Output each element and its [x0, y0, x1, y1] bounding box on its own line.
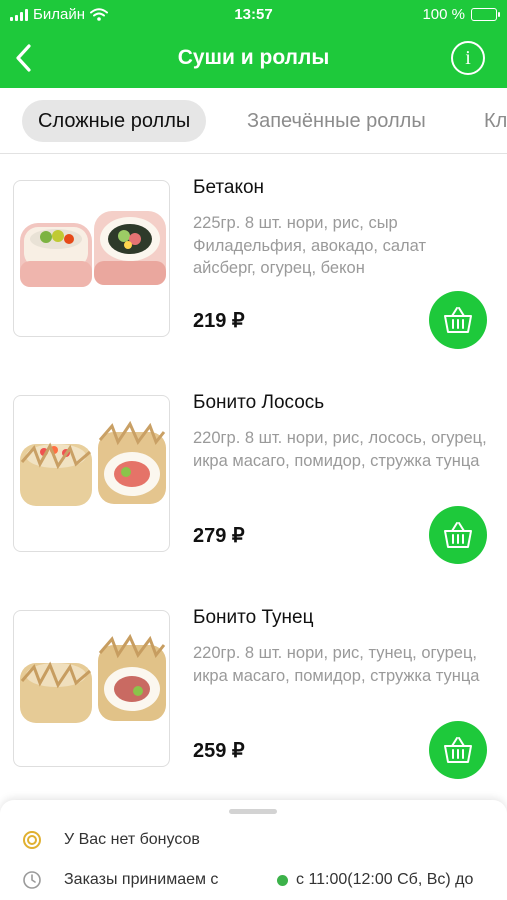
product-name: Бонито Лосось	[193, 392, 325, 413]
product-card[interactable]: Бонито Лосось 220гр. 8 шт. нори, рис, ло…	[0, 392, 507, 610]
clock-icon	[23, 871, 41, 889]
info-icon: i	[465, 46, 471, 69]
info-button[interactable]: i	[451, 41, 485, 75]
status-bar: Билайн 13:57 100 %	[0, 0, 507, 30]
hours-text: с 11:00(12:00 Сб, Вс) до	[296, 871, 474, 888]
add-to-cart-button[interactable]	[429, 291, 487, 349]
product-name: Бонито Тунец	[193, 607, 314, 628]
add-to-cart-button[interactable]	[429, 721, 487, 779]
top-bar: Билайн 13:57 100 % Суши и роллы i	[0, 0, 507, 88]
sheet-grabber[interactable]	[229, 809, 277, 814]
coin-icon	[23, 831, 41, 849]
product-description: 220гр. 8 шт. нори, рис, лосось, огурец, …	[193, 429, 487, 470]
battery-percent: 100 %	[422, 6, 465, 23]
bonus-row: У Вас нет бонусов	[0, 826, 507, 854]
info-sheet[interactable]: У Вас нет бонусов Заказы принимаем с с 1…	[0, 800, 507, 900]
open-status-dot	[277, 874, 288, 886]
product-price: 259 ₽	[193, 740, 245, 762]
product-price: 279 ₽	[193, 525, 245, 547]
page-title: Суши и роллы	[177, 46, 330, 69]
basket-icon	[444, 522, 472, 548]
product-price: 219 ₽	[193, 310, 245, 332]
tab-baked-rolls[interactable]: Запечённые роллы	[231, 100, 442, 142]
battery-group: 100 %	[422, 6, 500, 23]
orders-text: Заказы принимаем с	[64, 871, 219, 888]
basket-icon	[444, 737, 472, 763]
product-card[interactable]: Бонито Тунец 220гр. 8 шт. нори, рис, тун…	[0, 607, 507, 825]
tab-complex-rolls[interactable]: Сложные роллы	[22, 100, 207, 142]
product-image	[13, 610, 170, 767]
battery-icon	[471, 8, 500, 21]
add-to-cart-button[interactable]	[429, 506, 487, 564]
basket-icon	[444, 307, 472, 333]
product-description: 225гр. 8 шт. нори, рис, сыр Филадельфия,…	[193, 214, 427, 277]
bonus-text: У Вас нет бонусов	[64, 831, 200, 848]
product-card[interactable]: Бетакон 225гр. 8 шт. нори, рис, сыр Фила…	[0, 177, 507, 395]
hours-row: Заказы принимаем с с 11:00(12:00 Сб, Вс)…	[0, 866, 507, 894]
product-name: Бетакон	[193, 177, 265, 198]
category-tabs: Сложные роллы Запечённые роллы Кл	[0, 88, 507, 154]
nav-bar: Суши и роллы i	[0, 30, 507, 88]
product-image	[13, 180, 170, 337]
product-description: 220гр. 8 шт. нори, рис, тунец, огурец, и…	[193, 644, 480, 685]
tab-classic-rolls[interactable]: Кл	[468, 100, 507, 142]
product-image	[13, 395, 170, 552]
